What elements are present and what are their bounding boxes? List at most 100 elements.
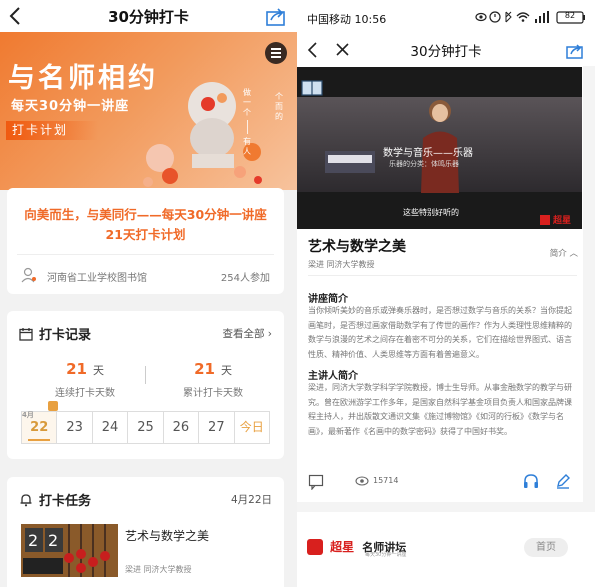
lecture-meta: 梁进 同济大学教授 (308, 260, 375, 269)
day-number: 22 (30, 420, 49, 435)
left-nav-bar: 30分钟打卡 (0, 0, 297, 32)
speaker-heading: 主讲人简介 (308, 371, 358, 382)
status-bar: 中国移动 10:56 82 (297, 0, 595, 34)
streak-stat: 21 天 连续打卡天数 (25, 359, 145, 399)
intro-body: 当你倾听美妙的音乐或弹奏乐器时，是否想过数学与音乐的关系？当你提起画笔时，是否想… (308, 306, 572, 359)
day-cell-22[interactable]: 4月 22 (22, 401, 58, 443)
banner-menu-button[interactable] (265, 42, 287, 64)
task-item-meta: 梁进 同济大学教授 (125, 565, 192, 574)
keyboard-image (325, 151, 375, 173)
total-label: 累计打卡天数 (183, 388, 243, 399)
checkin-record-card: 打卡记录 查看全部 › 21 天 连续打卡天数 21 天 累计打卡天数 4月 22 … (7, 311, 284, 459)
bell-icon (20, 494, 32, 507)
eye-icon (355, 476, 369, 486)
day-number: 23 (66, 420, 83, 435)
brand-logo: 超星 名师讲坛 每天30分钟一讲座 (307, 536, 417, 558)
lecturer-figure (421, 100, 459, 193)
svg-text:2: 2 (48, 531, 58, 550)
view-count: 15714 (373, 476, 399, 485)
intro-heading: 讲座简介 (308, 294, 348, 305)
plan-heading-line-2: 21天打卡计划 (105, 227, 186, 242)
checked-icon (48, 401, 58, 411)
streak-value: 21 (66, 360, 87, 378)
footer-bar: 超星 名师讲坛 每天30分钟一讲座 首页 (297, 512, 595, 587)
menu-icon (271, 48, 281, 58)
day-cell-27[interactable]: 27 (199, 412, 235, 443)
user-icon (21, 267, 36, 283)
slide-subtitle: 乐器的分类：体鸣乐器 (389, 160, 459, 168)
brand-mark-text: 超星 (330, 540, 355, 554)
plan-heading-line-1: 向美而生，与美同行——每天30分钟一讲座 (24, 207, 267, 222)
intro-toggle-button[interactable]: 简介 ︿ (550, 247, 578, 259)
banner-tag: 打卡计划 (6, 121, 98, 140)
battery-level: 82 (564, 11, 576, 20)
share-icon[interactable] (265, 5, 287, 27)
slide-title: 数学与音乐——乐器 (383, 148, 473, 159)
plan-intro-card: 向美而生，与美同行——每天30分钟一讲座 21天打卡计划 河南省工业学校图书馆 … (7, 188, 284, 294)
lecture-title: 艺术与数学之美 (308, 239, 406, 255)
checkin-record-title: 打卡记录 (39, 328, 92, 343)
month-label: 4月 (22, 411, 34, 419)
stat-divider (145, 366, 146, 384)
day-strip: 4月 22 23 24 25 26 27 今日 (21, 401, 270, 444)
day-cell-25[interactable]: 25 (128, 412, 164, 443)
right-nav-bar: 30分钟打卡 (297, 34, 595, 66)
task-item-title[interactable]: 艺术与数学之美 (125, 527, 209, 544)
streak-unit: 天 (92, 364, 104, 377)
video-player[interactable]: 数学与音乐——乐器 乐器的分类：体鸣乐器 这些特别好听的 超星 (297, 67, 582, 229)
page-title: 30分钟打卡 (410, 44, 482, 60)
tasks-title: 打卡任务 (39, 494, 92, 509)
view-all-link[interactable]: 查看全部 › (222, 326, 272, 341)
day-number: 24 (101, 420, 119, 435)
divider (17, 254, 274, 255)
video-caption: 这些特别好听的 (403, 208, 459, 217)
calendar-icon (19, 328, 33, 341)
headphones-icon[interactable] (523, 473, 539, 489)
right-phone-screen: 中国移动 10:56 82 30分钟打卡 数学与音乐——乐器 乐器的分类：体鸣乐… (297, 0, 595, 587)
task-thumbnail[interactable]: 2 2 (21, 524, 118, 577)
left-phone-screen: 30分钟打卡 与名师相约 每天30分钟一讲座 打卡计划 做一个 有人 个而的 向… (0, 0, 297, 587)
brand-mark-icon (307, 538, 323, 555)
page-title: 30分钟打卡 (108, 8, 189, 26)
banner-divider-line (247, 120, 248, 134)
day-number: 今日 (239, 420, 264, 434)
day-number: 27 (208, 420, 225, 435)
total-unit: 天 (220, 364, 232, 377)
pen-icon[interactable] (555, 473, 571, 489)
day-cell-23[interactable]: 23 (57, 412, 93, 443)
comment-icon[interactable] (308, 474, 324, 490)
section-gap (297, 502, 595, 512)
action-bar: 15714 (297, 468, 595, 498)
promo-banner: 与名师相约 每天30分钟一讲座 打卡计划 做一个 有人 个而的 (0, 32, 297, 190)
streak-label: 连续打卡天数 (55, 388, 115, 399)
organization-name: 河南省工业学校图书馆 (47, 273, 147, 284)
day-cell-26[interactable]: 26 (164, 412, 200, 443)
day-cell-24[interactable]: 24 (93, 412, 129, 443)
tasks-date: 4月22日 (230, 494, 272, 506)
plan-heading: 向美而生，与美同行——每天30分钟一讲座 21天打卡计划 (7, 205, 284, 245)
total-stat: 21 天 累计打卡天数 (153, 359, 273, 399)
checkin-tasks-card: 打卡任务 4月22日 2 2 艺术与数学之美 梁进 同济大学教授 (7, 477, 284, 587)
banner-vertical-text-3: 个而的 (275, 92, 283, 121)
banner-vertical-text-2: 有人 (243, 137, 251, 156)
home-button[interactable]: 首页 (524, 538, 568, 557)
day-number: 26 (172, 420, 190, 435)
day-number: 25 (137, 420, 154, 435)
brand-sub: 每天30分钟一讲座 (365, 552, 407, 558)
chevron-up-icon: ︿ (566, 249, 578, 259)
chevron-right-icon: › (264, 328, 272, 340)
abacus-image: 2 2 (21, 524, 118, 577)
chaoxing-logo: 超星 (540, 209, 576, 226)
participant-count: 254人参加 (220, 273, 270, 284)
chaoxing-logo-mark (540, 214, 550, 225)
day-cell-today[interactable]: 今日 (235, 412, 269, 443)
total-value: 21 (194, 360, 215, 378)
speaker-body: 梁进，同济大学数学科学学院教授，博士生导师。从事金融数学的教学与研究。曾在欧洲游… (308, 383, 572, 436)
share-icon[interactable] (565, 40, 585, 60)
scroll-edge (583, 66, 595, 502)
carrier-time: 中国移动 10:56 (307, 13, 387, 26)
view-all-label: 查看全部 (222, 328, 265, 340)
intro-toggle-label: 简介 (549, 249, 567, 259)
chaoxing-logo-text: 超星 (553, 216, 572, 226)
divider (308, 275, 577, 276)
